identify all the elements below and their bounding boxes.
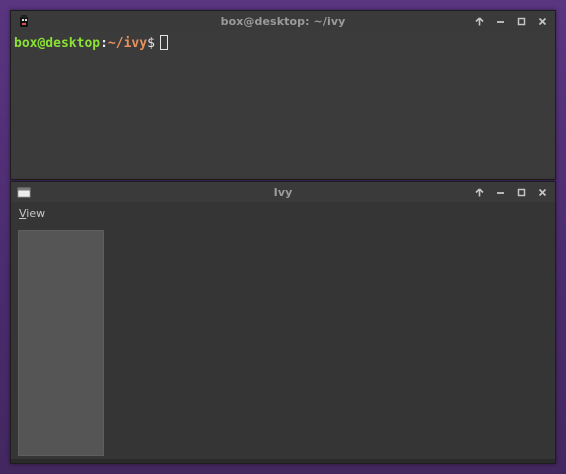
menu-view-label: iew [26, 206, 46, 220]
side-panel[interactable] [18, 230, 104, 456]
ivy-content [11, 224, 555, 463]
window-bottom-border [11, 459, 555, 463]
arrow-up-icon[interactable] [473, 186, 486, 199]
prompt-path: ~/ivy [107, 36, 148, 51]
close-icon[interactable] [536, 186, 549, 199]
prompt-user-host: box@desktop [14, 36, 101, 51]
maximize-icon[interactable] [515, 186, 528, 199]
ivy-window[interactable]: Ivy View [10, 181, 556, 464]
minimize-icon[interactable] [494, 15, 507, 28]
menu-bar: View [11, 202, 555, 224]
close-icon[interactable] [536, 15, 549, 28]
window-controls [473, 11, 549, 31]
menu-view[interactable]: View [19, 205, 45, 222]
arrow-up-icon[interactable] [473, 15, 486, 28]
window-app-icon[interactable] [17, 185, 31, 199]
terminal-window[interactable]: box@desktop: ~/ivy box@desktop:~/ivy$ [10, 10, 556, 180]
window-controls [473, 182, 549, 202]
prompt-symbol: $ [147, 36, 155, 51]
window-title: Ivy [273, 185, 293, 199]
terminal-output[interactable]: box@desktop:~/ivy$ [11, 31, 555, 179]
window-title: box@desktop: ~/ivy [220, 14, 346, 28]
ivy-titlebar[interactable]: Ivy [11, 182, 555, 202]
minimize-icon[interactable] [494, 186, 507, 199]
terminal-app-icon[interactable] [17, 14, 31, 28]
maximize-icon[interactable] [515, 15, 528, 28]
prompt-colon: : [100, 36, 108, 51]
terminal-titlebar[interactable]: box@desktop: ~/ivy [11, 11, 555, 31]
text-cursor [159, 35, 168, 50]
